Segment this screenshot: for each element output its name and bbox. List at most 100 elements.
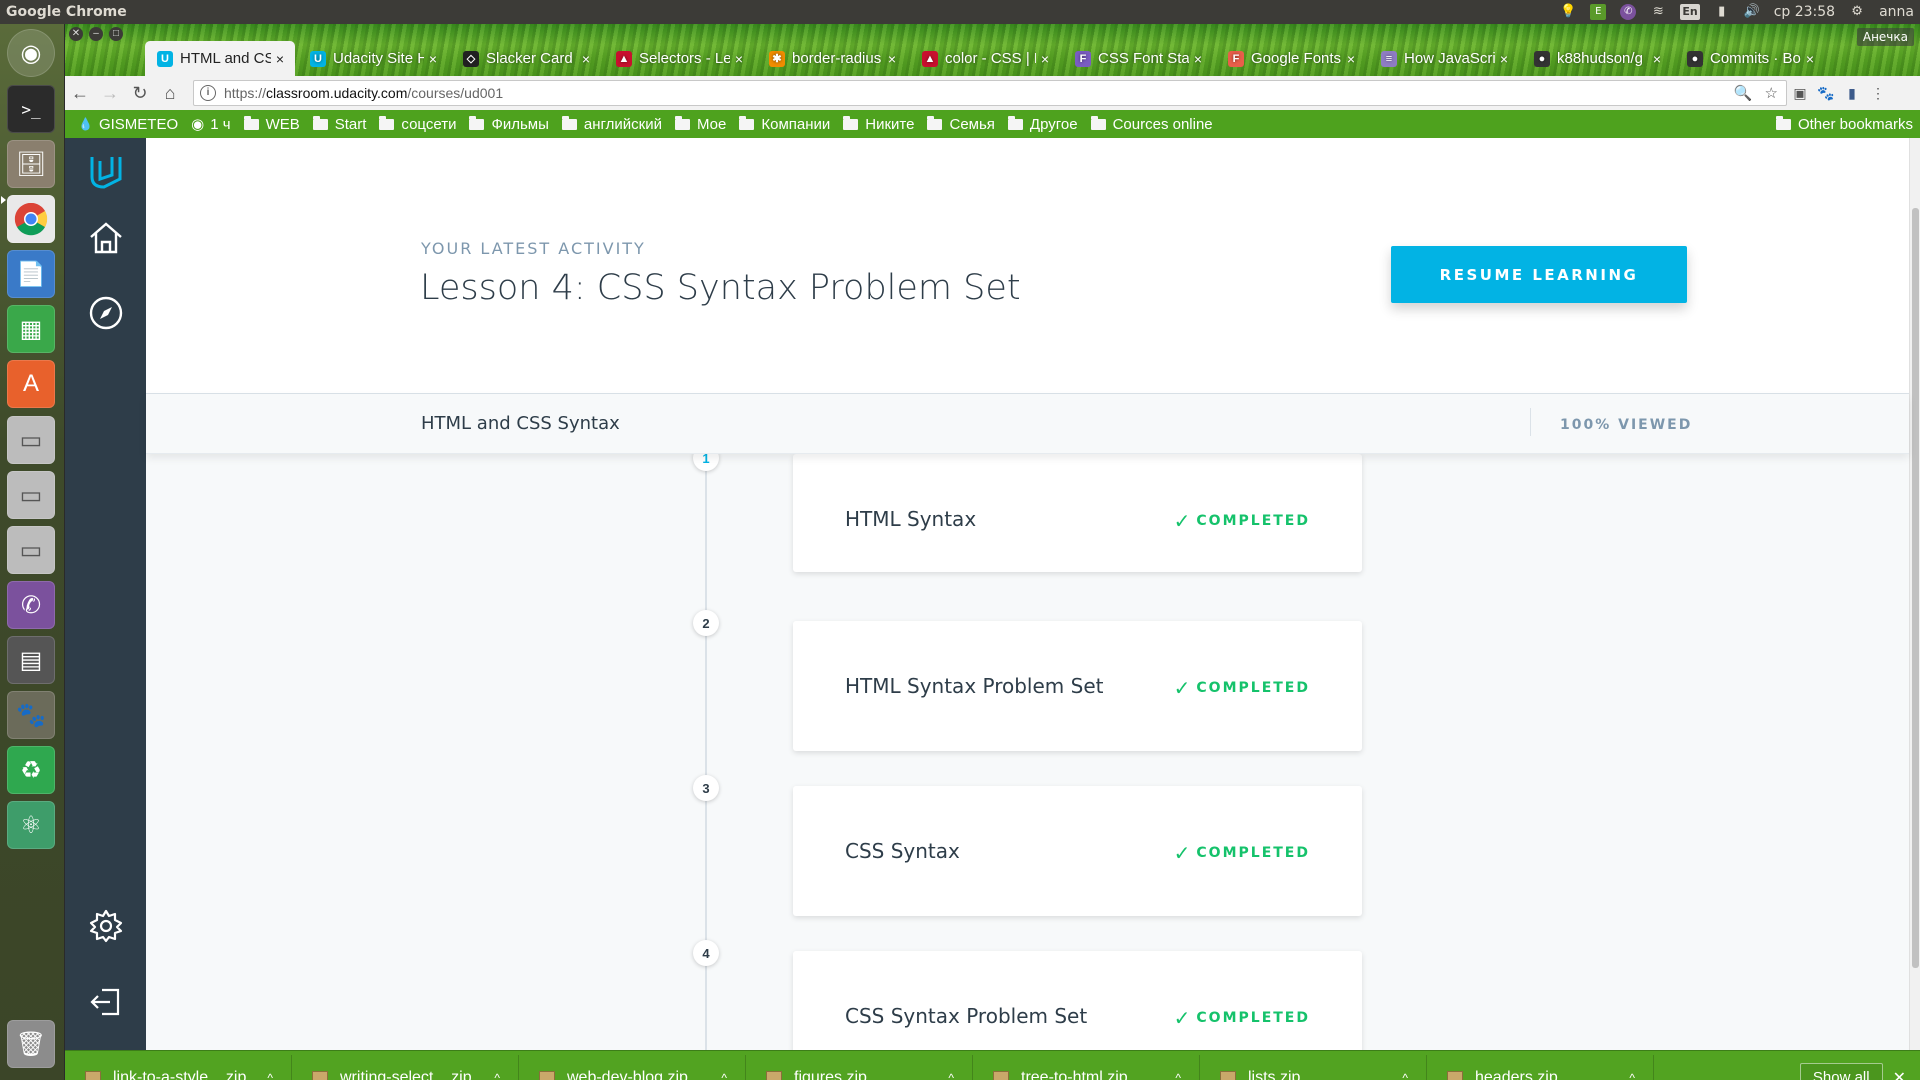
tab-close-icon[interactable]: × — [1189, 51, 1207, 67]
recycle-icon[interactable]: ♻ — [7, 746, 55, 794]
tab-close-icon[interactable]: × — [730, 51, 748, 67]
concept-card[interactable]: HTML Syntax ✓ COMPLETED — [793, 454, 1362, 572]
calc-icon[interactable]: ▦ — [7, 305, 55, 353]
download-item[interactable]: lists.zip ^ — [1200, 1054, 1427, 1080]
address-bar[interactable]: i https://classroom.udacity.com/courses/… — [193, 80, 1787, 106]
concept-card[interactable]: HTML Syntax Problem Set ✓ COMPLETED — [793, 621, 1362, 751]
battery-icon[interactable]: ▮ — [1714, 4, 1730, 20]
bookmark-item[interactable]: WEB — [243, 115, 300, 133]
clock[interactable]: ср 23:58 — [1774, 4, 1835, 20]
tab-close-icon[interactable]: × — [271, 51, 289, 67]
chrome-icon[interactable] — [7, 195, 55, 243]
tab-close-icon[interactable]: × — [883, 51, 901, 67]
back-button[interactable]: ← — [65, 78, 95, 108]
dash-icon[interactable]: ◉ — [7, 29, 55, 77]
user-name[interactable]: anna — [1879, 4, 1914, 20]
gear-icon[interactable]: ⚙ — [1849, 4, 1865, 20]
logout-icon[interactable] — [65, 972, 146, 1032]
concept-card[interactable]: CSS Syntax Problem Set ✓ COMPLETED — [793, 951, 1362, 1050]
chevron-up-icon[interactable]: ^ — [948, 1071, 954, 1080]
paw-extension-icon[interactable]: 🐾 — [1813, 80, 1839, 106]
download-item[interactable]: writing-select....zip ^ — [292, 1054, 519, 1080]
chevron-up-icon[interactable]: ^ — [721, 1071, 727, 1080]
viber-tray-icon[interactable]: ✆ — [1620, 4, 1637, 20]
drive-icon-2[interactable]: ▭ — [7, 471, 55, 519]
gimp-icon[interactable]: 🐾 — [7, 691, 55, 739]
bookmark-item[interactable]: соцсети — [379, 115, 456, 133]
bookmark-item[interactable]: Никите — [843, 115, 914, 133]
chrome-menu-icon[interactable]: ⋮ — [1865, 80, 1891, 106]
tab-close-icon[interactable]: × — [1036, 51, 1054, 67]
chevron-up-icon[interactable]: ^ — [267, 1071, 273, 1080]
compass-icon[interactable] — [65, 283, 146, 343]
bookmark-item[interactable]: Cources online — [1090, 115, 1213, 133]
browser-tab[interactable]: U Udacity Site H × — [298, 41, 448, 76]
bookmark-item[interactable]: 💧 GISMETEO — [78, 116, 178, 133]
browser-tab[interactable]: ◇ Slacker Card × — [451, 41, 601, 76]
terminal-icon[interactable]: >_ — [7, 85, 55, 133]
tab-close-icon[interactable]: × — [1801, 51, 1819, 67]
browser-tab[interactable]: ● k88hudson/g × — [1522, 41, 1672, 76]
bookmark-item[interactable]: Start — [312, 115, 366, 133]
keyboard-layout[interactable]: En — [1680, 4, 1700, 20]
maximize-window-button[interactable]: □ — [109, 27, 123, 41]
browser-tab[interactable]: ● Commits · Bo × — [1675, 41, 1825, 76]
download-item[interactable]: headers.zip ^ — [1427, 1054, 1654, 1080]
calculator-icon[interactable]: ▤ — [7, 636, 55, 684]
browser-tab[interactable]: ▲ Selectors - Le × — [604, 41, 754, 76]
reload-button[interactable]: ↻ — [125, 78, 155, 108]
bookmark-item[interactable]: ◉ 1 ч — [191, 115, 230, 134]
bookmark-star-icon[interactable]: ☆ — [1765, 84, 1778, 102]
download-item[interactable]: tree-to-html.zip ^ — [973, 1054, 1200, 1080]
extension-icon-2[interactable]: ▮ — [1839, 80, 1865, 106]
software-center-icon[interactable]: A — [7, 360, 55, 408]
tab-close-icon[interactable]: × — [577, 51, 595, 67]
concept-card[interactable]: CSS Syntax ✓ COMPLETED — [793, 786, 1362, 916]
home-icon[interactable] — [65, 208, 146, 268]
bookmark-item[interactable]: английский — [561, 115, 662, 133]
drive-icon-3[interactable]: ▭ — [7, 526, 55, 574]
bookmark-item[interactable]: Фильмы — [469, 115, 549, 133]
info-icon[interactable]: i — [200, 85, 216, 101]
volume-icon[interactable]: 🔊 — [1744, 4, 1760, 20]
close-window-button[interactable]: ✕ — [69, 27, 83, 41]
browser-tab[interactable]: U HTML and CS × — [145, 41, 295, 76]
trash-icon[interactable]: 🗑 — [7, 1020, 55, 1068]
other-bookmarks[interactable]: Other bookmarks — [1775, 115, 1913, 133]
chevron-up-icon[interactable]: ^ — [1629, 1071, 1635, 1080]
udacity-logo-icon[interactable] — [65, 141, 146, 201]
writer-icon[interactable]: 📄 — [7, 250, 55, 298]
home-button[interactable]: ⌂ — [155, 78, 185, 108]
chevron-up-icon[interactable]: ^ — [1175, 1071, 1181, 1080]
browser-tab[interactable]: ≡ How JavaScri × — [1369, 41, 1519, 76]
lightbulb-icon[interactable]: 💡 — [1560, 4, 1576, 20]
chevron-up-icon[interactable]: ^ — [1402, 1071, 1408, 1080]
file-manager-icon[interactable]: 🗄 — [7, 140, 55, 188]
drive-icon[interactable]: ▭ — [7, 416, 55, 464]
evernote-icon[interactable]: E — [1590, 4, 1607, 20]
download-item[interactable]: figures.zip ^ — [746, 1054, 973, 1080]
show-all-downloads-button[interactable]: Show all — [1799, 1062, 1883, 1080]
browser-tab[interactable]: ✱ border-radius × — [757, 41, 907, 76]
bookmark-item[interactable]: Семья — [927, 115, 995, 133]
tab-close-icon[interactable]: × — [1495, 51, 1513, 67]
tab-close-icon[interactable]: × — [1648, 51, 1666, 67]
page-scrollbar[interactable] — [1909, 138, 1920, 1050]
download-item[interactable]: web-dev-blog.zip ^ — [519, 1054, 746, 1080]
download-item[interactable]: link-to-a-style....zip ^ — [65, 1054, 292, 1080]
settings-gear-icon[interactable] — [65, 896, 146, 956]
bookmark-item[interactable]: Компании — [739, 115, 830, 133]
bookmark-item[interactable]: Мое — [675, 115, 726, 133]
browser-tab[interactable]: F CSS Font Stac × — [1063, 41, 1213, 76]
extension-icon[interactable]: ▣ — [1787, 80, 1813, 106]
zoom-icon[interactable]: 🔍 — [1734, 84, 1753, 102]
close-icon[interactable]: ✕ — [1893, 1068, 1906, 1080]
viber-icon[interactable]: ✆ — [7, 581, 55, 629]
chevron-up-icon[interactable]: ^ — [494, 1071, 500, 1080]
tab-close-icon[interactable]: × — [1342, 51, 1360, 67]
browser-tab[interactable]: F Google Fonts × — [1216, 41, 1366, 76]
atom-icon[interactable]: ⚛ — [7, 801, 55, 849]
tab-close-icon[interactable]: × — [424, 51, 442, 67]
minimize-window-button[interactable]: – — [89, 27, 103, 41]
wifi-icon[interactable]: ≋ — [1650, 4, 1666, 20]
